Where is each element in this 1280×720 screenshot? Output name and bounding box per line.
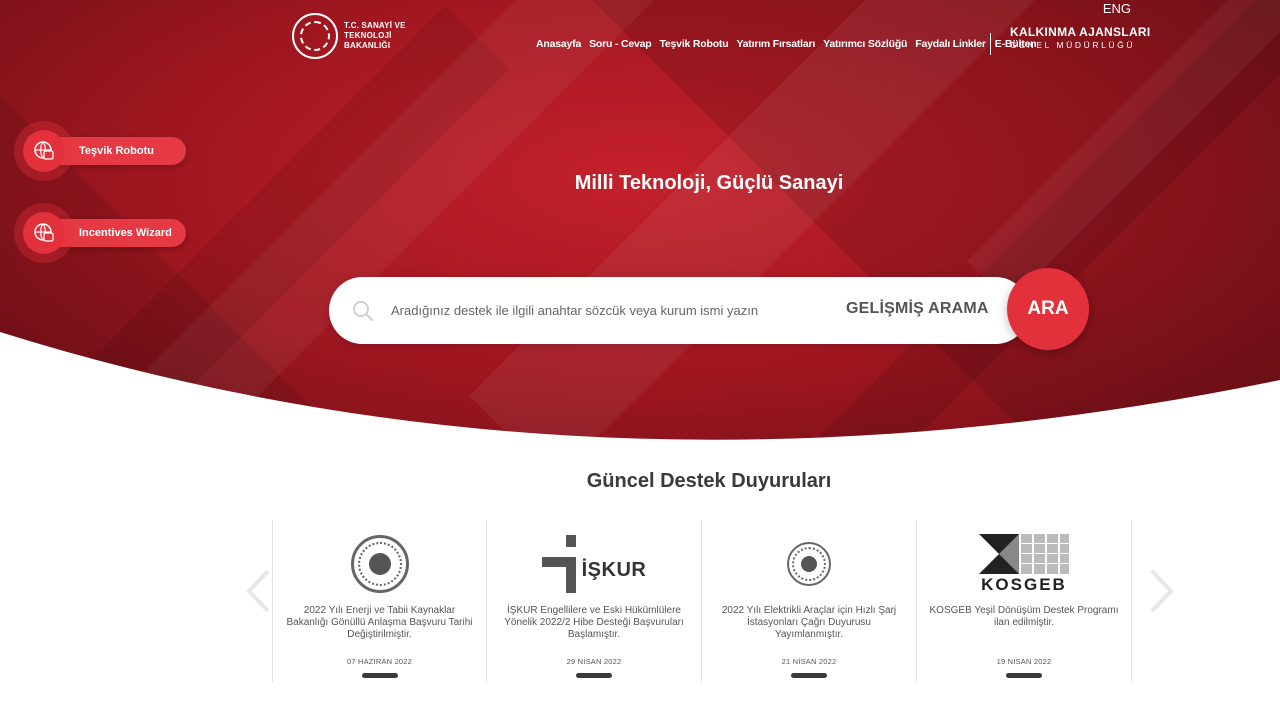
announcements-title: Güncel Destek Duyuruları [586,470,832,492]
robot-globe-icon [34,223,54,242]
hero-title: Milli Teknoloji, Güçlü Sanayi [574,172,844,194]
announcement-date: 21 NİSAN 2022 [781,657,837,666]
advanced-search-link[interactable]: GELİŞMİŞ ARAMA [846,300,989,318]
announcement-carousel: 2022 Yılı Enerji ve Tabii Kaynaklar Baka… [272,520,1132,682]
announcement-bar [791,673,827,678]
iskur-wordmark: İŞKUR [581,558,647,581]
nav-item-soru-cevap[interactable]: Soru - Cevap [589,38,652,50]
announcement-bar [361,673,398,678]
ministry-logo[interactable]: T.C. SANAYİ VE TEKNOLOJİ BAKANLIĞI [292,13,440,59]
announcement-card[interactable]: KOSGEB KOSGEB Yeşil Dönüşüm Destek Progr… [917,520,1132,682]
announcement-bar [1006,673,1042,678]
ministry-seal-icon [787,542,831,586]
carousel-prev-icon[interactable] [244,568,274,614]
search-icon [353,300,373,321]
nav-item-tesvik-robotu[interactable]: Teşvik Robotu [659,38,728,50]
agency-title: KALKINMA AJANSLARI [1010,25,1151,39]
language-switch[interactable]: ENG [1103,1,1131,16]
nav-item-faydali-linkler[interactable]: Faydalı Linkler [915,38,986,50]
nav-item-yatirim-firsatlari[interactable]: Yatırım Fırsatları [736,38,815,50]
kosgeb-grid-icon [979,533,1069,574]
announcement-text: 2022 Yılı Enerji ve Tabii Kaynaklar Baka… [286,605,473,640]
search-button[interactable]: ARA [1007,268,1089,350]
announcement-text: İŞKUR Engellilere ve Eski Hükümlülere Yö… [504,605,684,640]
incentives-wizard-button[interactable]: Incentives Wizard [14,203,186,263]
announcement-card[interactable]: 2022 Yılı Elektrikli Araçlar için Hızlı … [702,520,917,682]
nav-item-yatirimci-sozlugu[interactable]: Yatırımcı Sözlüğü [823,38,907,50]
announcement-card[interactable]: 2022 Yılı Enerji ve Tabii Kaynaklar Baka… [272,520,487,682]
search-input[interactable] [391,303,811,318]
kosgeb-wordmark: KOSGEB [981,574,1067,594]
ministry-seal-icon [350,535,409,593]
announcement-card[interactable]: İŞKUR İŞKUR Engellilere ve Eski Hükümlül… [487,520,702,682]
hero-banner [0,0,1280,440]
iskur-mark-icon [541,535,576,593]
announcement-date: 19 NİSAN 2022 [996,657,1052,666]
nav-divider [989,33,991,55]
agency-subtitle: GENEL MÜDÜRLÜĞÜ [1010,40,1136,50]
robot-globe-icon [34,141,54,160]
kosgeb-logo: KOSGEB [979,533,1069,595]
main-nav: Anasayfa Soru - Cevap Teşvik Robotu Yatı… [536,33,1044,55]
announcement-text: 2022 Yılı Elektrikli Araçlar için Hızlı … [721,605,897,640]
nav-item-anasayfa[interactable]: Anasayfa [536,38,581,50]
logo-text: T.C. SANAYİ VE TEKNOLOJİ BAKANLIĞI [344,21,406,50]
agency-logo[interactable]: KALKINMA AJANSLARI GENEL MÜDÜRLÜĞÜ [1010,25,1151,50]
ministry-emblem-icon [292,13,338,59]
iskur-logo: İŞKUR [541,535,647,593]
announcement-date: 29 NİSAN 2022 [566,657,622,666]
carousel-next-icon[interactable] [1146,568,1176,614]
announcement-date: 07 HAZİRAN 2022 [346,657,413,666]
announcement-bar [576,673,612,678]
announcement-text: KOSGEB Yeşil Dönüşüm Destek Programı ila… [929,605,1119,628]
